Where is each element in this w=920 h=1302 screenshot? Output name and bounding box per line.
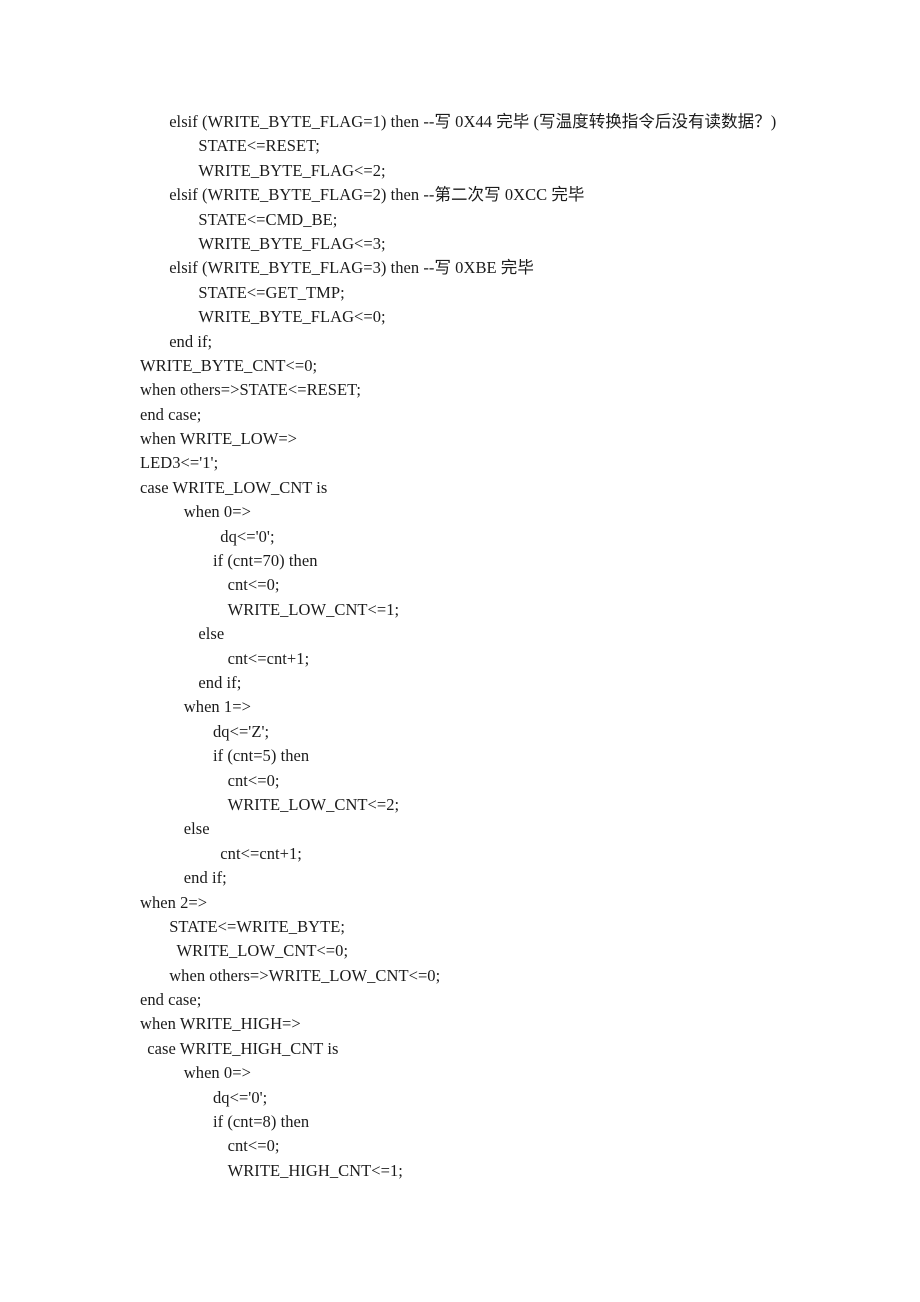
code-line: when 0=> [183, 1063, 251, 1083]
code-line: when WRITE_HIGH=> [140, 1014, 301, 1034]
code-line: when others=>WRITE_LOW_CNT<=0; [169, 965, 441, 985]
code-line: LED3<='1'; [140, 453, 219, 473]
code-line: cnt<=0; [227, 770, 280, 790]
code-line: STATE<=WRITE_BYTE; [169, 916, 346, 936]
code-line: dq<='0'; [220, 526, 275, 546]
code-line: end if; [198, 672, 242, 692]
code-line: WRITE_LOW_CNT<=0; [176, 941, 349, 961]
code-line: elsif (WRITE_BYTE_FLAG=1) then --写 0X44 … [169, 112, 777, 131]
code-line: WRITE_LOW_CNT<=2; [227, 794, 400, 814]
code-line: end if; [169, 331, 213, 351]
code-line: if (cnt=5) then [213, 746, 310, 766]
code-line: STATE<=CMD_BE; [198, 209, 338, 229]
code-line: else [183, 819, 210, 839]
document-page: elsif (WRITE_BYTE_FLAG=1) then --写 0X44 … [0, 0, 920, 1302]
code-line: dq<='Z'; [213, 721, 270, 741]
code-line: when 1=> [183, 697, 251, 717]
code-line: cnt<=cnt+1; [220, 843, 302, 863]
code-line: WRITE_BYTE_FLAG<=0; [198, 307, 386, 327]
code-line: if (cnt=70) then [213, 551, 318, 571]
code-line: STATE<=GET_TMP; [198, 282, 345, 302]
code-line: WRITE_BYTE_CNT<=0; [140, 355, 318, 375]
code-line: elsif (WRITE_BYTE_FLAG=3) then --写 0XBE … [169, 258, 534, 278]
code-line: cnt<=0; [227, 1136, 280, 1156]
code-line: when others=>STATE<=RESET; [140, 380, 361, 400]
code-line: end case; [140, 990, 202, 1010]
code-line: WRITE_HIGH_CNT<=1; [227, 1160, 403, 1180]
code-line: cnt<=cnt+1; [227, 648, 310, 668]
code-line: when 2=> [140, 892, 208, 912]
code-line: when WRITE_LOW=> [140, 429, 298, 449]
code-line: if (cnt=8) then [213, 1112, 310, 1132]
code-line: end case; [140, 404, 202, 424]
code-line: WRITE_BYTE_FLAG<=2; [198, 160, 386, 180]
code-line: end if; [183, 868, 227, 888]
code-line: else [198, 624, 225, 644]
code-line: STATE<=RESET; [198, 136, 320, 156]
code-line: case WRITE_LOW_CNT is [140, 477, 328, 497]
code-line: WRITE_LOW_CNT<=1; [227, 599, 400, 619]
code-listing: elsif (WRITE_BYTE_FLAG=1) then --写 0X44 … [140, 110, 840, 1183]
code-line: WRITE_BYTE_FLAG<=3; [198, 233, 386, 253]
code-line: dq<='0'; [213, 1087, 268, 1107]
code-line: cnt<=0; [227, 575, 280, 595]
code-line: elsif (WRITE_BYTE_FLAG=2) then --第二次写 0X… [169, 185, 585, 205]
code-line: case WRITE_HIGH_CNT is [147, 1038, 339, 1058]
code-line: when 0=> [183, 502, 251, 522]
